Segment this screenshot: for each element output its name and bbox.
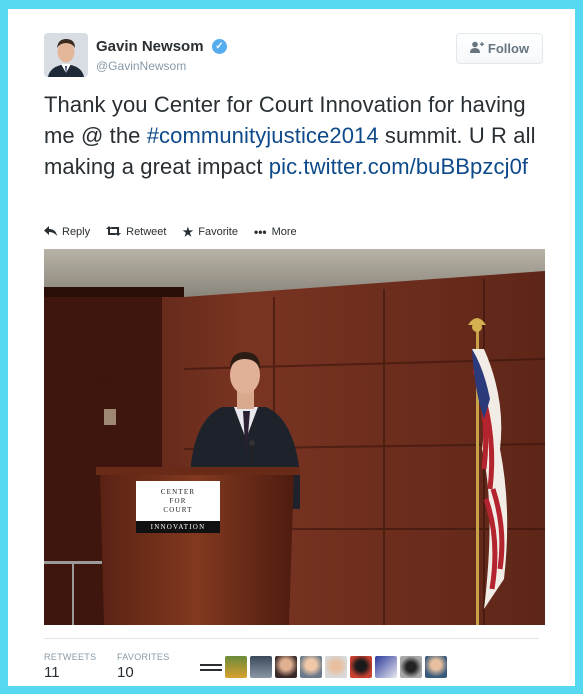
author-handle[interactable]: @GavinNewsom (96, 59, 186, 73)
user-avatar[interactable] (350, 656, 372, 678)
author-name[interactable]: Gavin Newsom (96, 38, 204, 55)
tweet-photo[interactable]: CENTER FOR COURT INNOVATION (44, 249, 545, 625)
tweet-text: Thank you Center for Court Innovation fo… (44, 89, 544, 182)
favorite-button[interactable]: ★ Favorite (182, 225, 238, 239)
favorites-count[interactable]: 10 (117, 664, 134, 681)
follow-button[interactable]: Follow (456, 33, 543, 64)
avatar-image (44, 33, 88, 77)
reply-label: Reply (62, 226, 91, 238)
add-user-icon (469, 41, 484, 56)
engagement-avatars (200, 656, 447, 678)
user-avatar[interactable] (375, 656, 397, 678)
favorites-label: FAVORITES (117, 652, 170, 662)
more-dots-icon: ••• (254, 225, 267, 239)
user-avatar[interactable] (250, 656, 272, 678)
follow-label: Follow (487, 41, 530, 56)
favorite-label: Favorite (198, 226, 238, 238)
author-avatar[interactable] (44, 33, 88, 77)
photo-image (44, 249, 545, 625)
user-avatar[interactable] (300, 656, 322, 678)
podium-sign-line: CENTER (160, 487, 196, 496)
reply-icon (44, 225, 57, 239)
more-button[interactable]: ••• More (254, 225, 297, 239)
retweet-button[interactable]: Retweet (106, 225, 166, 239)
user-avatar[interactable] (400, 656, 422, 678)
user-avatar[interactable] (325, 656, 347, 678)
retweet-icon (106, 225, 122, 239)
retweets-count[interactable]: 11 (44, 664, 60, 681)
hashtag-link[interactable]: #communityjustice2014 (147, 123, 379, 148)
stats-divider (44, 638, 539, 639)
podium-sign-line: INNOVATION (150, 523, 206, 531)
list-icon (200, 656, 222, 678)
user-avatar[interactable] (425, 656, 447, 678)
tweet-actions: Reply Retweet ★ Favorite ••• More (44, 225, 297, 239)
retweet-label: Retweet (126, 226, 167, 238)
tweet-card: Gavin Newsom ✓ @GavinNewsom Follow Thank… (8, 9, 575, 686)
verified-badge-icon: ✓ (212, 39, 227, 54)
podium-sign-line: COURT (163, 505, 193, 514)
user-avatar[interactable] (225, 656, 247, 678)
retweets-label: RETWEETS (44, 652, 97, 662)
star-icon: ★ (182, 225, 194, 239)
reply-button[interactable]: Reply (44, 225, 90, 239)
user-avatar[interactable] (275, 656, 297, 678)
podium-sign-line: FOR (169, 496, 187, 505)
podium-sign: CENTER FOR COURT (136, 482, 220, 520)
more-label: More (271, 226, 297, 238)
media-link[interactable]: pic.twitter.com/buBBpzcj0f (269, 154, 528, 179)
